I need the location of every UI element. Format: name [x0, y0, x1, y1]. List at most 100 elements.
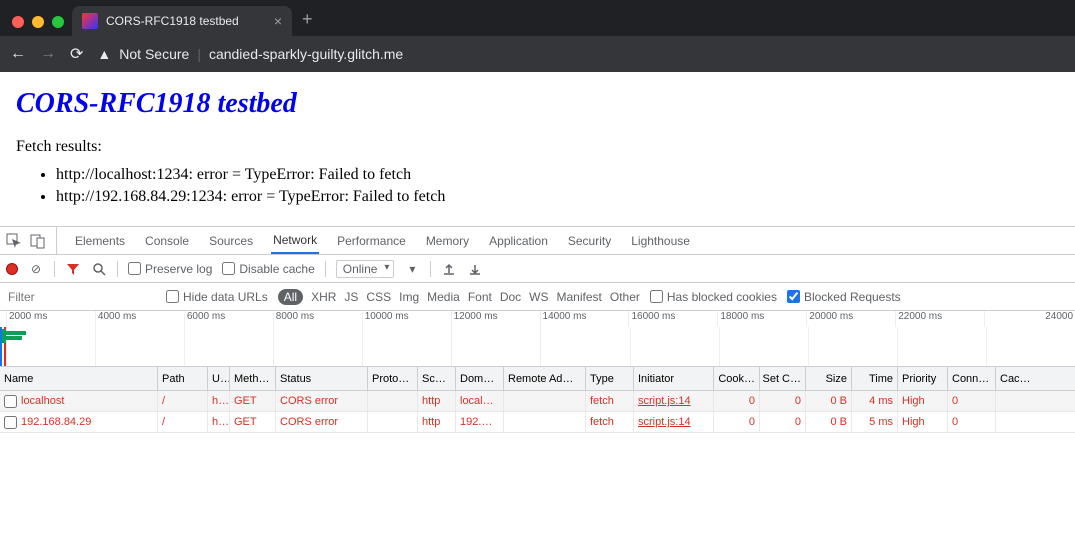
- blocked-requests-checkbox[interactable]: Blocked Requests: [787, 290, 901, 304]
- filter-font[interactable]: Font: [468, 290, 492, 304]
- col-domain[interactable]: Dom…: [456, 367, 504, 390]
- filter-all[interactable]: All: [278, 289, 303, 305]
- filter-manifest[interactable]: Manifest: [557, 290, 602, 304]
- filter-ws[interactable]: WS: [529, 290, 548, 304]
- col-protocol[interactable]: Proto…: [368, 367, 418, 390]
- cell-status: CORS error: [276, 412, 368, 432]
- filter-media[interactable]: Media: [427, 290, 460, 304]
- col-connection[interactable]: Conn…: [948, 367, 996, 390]
- row-checkbox[interactable]: [4, 395, 17, 408]
- cell-priority: High: [898, 391, 948, 411]
- col-scheme[interactable]: Sc…: [418, 367, 456, 390]
- col-remote[interactable]: Remote Ad…: [504, 367, 586, 390]
- tab-network[interactable]: Network: [271, 227, 319, 254]
- filter-other[interactable]: Other: [610, 290, 640, 304]
- tab-elements[interactable]: Elements: [73, 227, 127, 254]
- tab-strip: CORS-RFC1918 testbed × +: [0, 0, 1075, 36]
- cell-size: 0 B: [806, 412, 852, 432]
- disable-cache-checkbox[interactable]: Disable cache: [222, 262, 314, 276]
- clear-button[interactable]: ⊘: [28, 261, 44, 277]
- filter-css[interactable]: CSS: [366, 290, 391, 304]
- col-cookies[interactable]: Cook…: [714, 367, 760, 390]
- row-checkbox[interactable]: [4, 416, 17, 429]
- device-toggle-icon[interactable]: [30, 233, 46, 249]
- tab-lighthouse[interactable]: Lighthouse: [629, 227, 692, 254]
- page-subtitle: Fetch results:: [16, 138, 1059, 156]
- cell-priority: High: [898, 412, 948, 432]
- hide-data-urls-checkbox[interactable]: Hide data URLs: [166, 290, 268, 304]
- filter-xhr[interactable]: XHR: [311, 290, 336, 304]
- filter-input[interactable]: [6, 288, 156, 306]
- cell-method: GET: [230, 412, 276, 432]
- timeline-overview[interactable]: 2000 ms 4000 ms 6000 ms 8000 ms 10000 ms…: [0, 311, 1075, 367]
- preserve-log-checkbox[interactable]: Preserve log: [128, 262, 212, 276]
- close-window-icon[interactable]: [12, 16, 24, 28]
- col-time[interactable]: Time: [852, 367, 898, 390]
- minimize-window-icon[interactable]: [32, 16, 44, 28]
- cell-cache: [996, 412, 1042, 432]
- favicon-icon: [82, 13, 98, 29]
- cell-connection: 0: [948, 412, 996, 432]
- tab-console[interactable]: Console: [143, 227, 191, 254]
- browser-tab[interactable]: CORS-RFC1918 testbed ×: [72, 6, 292, 36]
- search-icon[interactable]: [91, 261, 107, 277]
- col-status[interactable]: Status: [276, 367, 368, 390]
- reload-button[interactable]: ⟳: [70, 44, 83, 64]
- col-url[interactable]: U…: [208, 367, 230, 390]
- cell-protocol: [368, 412, 418, 432]
- page-content: CORS-RFC1918 testbed Fetch results: http…: [0, 72, 1075, 226]
- address-bar[interactable]: ▲ Not Secure | candied-sparkly-guilty.gl…: [97, 46, 403, 62]
- has-blocked-cookies-checkbox[interactable]: Has blocked cookies: [650, 290, 777, 304]
- tab-title: CORS-RFC1918 testbed: [106, 14, 239, 28]
- throttling-dropdown-icon[interactable]: ▾: [404, 261, 420, 277]
- filter-icon[interactable]: [65, 261, 81, 277]
- network-toolbar: ⊘ Preserve log Disable cache Online ▾: [0, 255, 1075, 283]
- cell-status: CORS error: [276, 391, 368, 411]
- close-tab-icon[interactable]: ×: [274, 13, 282, 29]
- tab-security[interactable]: Security: [566, 227, 613, 254]
- tab-memory[interactable]: Memory: [424, 227, 471, 254]
- page-heading: CORS-RFC1918 testbed: [16, 88, 1059, 120]
- maximize-window-icon[interactable]: [52, 16, 64, 28]
- col-cache[interactable]: Cac…: [996, 367, 1042, 390]
- col-name[interactable]: Name: [0, 367, 158, 390]
- table-header: Name Path U… Meth… Status Proto… Sc… Dom…: [0, 367, 1075, 391]
- forward-button[interactable]: →: [40, 45, 56, 63]
- table-row[interactable]: 192.168.84.29/h…GETCORS errorhttp192.…fe…: [0, 412, 1075, 433]
- filter-js[interactable]: JS: [344, 290, 358, 304]
- tab-application[interactable]: Application: [487, 227, 550, 254]
- col-method[interactable]: Meth…: [230, 367, 276, 390]
- cell-name: localhost: [21, 395, 64, 407]
- col-path[interactable]: Path: [158, 367, 208, 390]
- cell-time: 4 ms: [852, 391, 898, 411]
- back-button[interactable]: ←: [10, 45, 26, 63]
- security-status: Not Secure: [119, 46, 189, 62]
- col-type[interactable]: Type: [586, 367, 634, 390]
- col-set-cookies[interactable]: Set C…: [760, 367, 806, 390]
- cell-type: fetch: [586, 391, 634, 411]
- export-har-icon[interactable]: [467, 261, 483, 277]
- filter-doc[interactable]: Doc: [500, 290, 521, 304]
- cell-cookies: 0: [714, 412, 760, 432]
- cell-connection: 0: [948, 391, 996, 411]
- cell-path: /: [158, 391, 208, 411]
- tab-sources[interactable]: Sources: [207, 227, 255, 254]
- cell-scheme: http: [418, 391, 456, 411]
- cell-initiator[interactable]: script.js:14: [638, 395, 691, 407]
- cell-set-cookies: 0: [760, 391, 806, 411]
- col-size[interactable]: Size: [806, 367, 852, 390]
- table-row[interactable]: localhost/h…GETCORS errorhttplocal…fetch…: [0, 391, 1075, 412]
- col-initiator[interactable]: Initiator: [634, 367, 714, 390]
- new-tab-button[interactable]: +: [292, 9, 323, 36]
- tab-performance[interactable]: Performance: [335, 227, 408, 254]
- filter-img[interactable]: Img: [399, 290, 419, 304]
- cell-name: 192.168.84.29: [21, 416, 91, 428]
- cell-protocol: [368, 391, 418, 411]
- record-button[interactable]: [6, 263, 18, 275]
- throttling-select[interactable]: Online: [336, 260, 395, 278]
- url-text: candied-sparkly-guilty.glitch.me: [209, 46, 403, 62]
- import-har-icon[interactable]: [441, 261, 457, 277]
- inspect-icon[interactable]: [6, 233, 22, 249]
- cell-initiator[interactable]: script.js:14: [638, 416, 691, 428]
- col-priority[interactable]: Priority: [898, 367, 948, 390]
